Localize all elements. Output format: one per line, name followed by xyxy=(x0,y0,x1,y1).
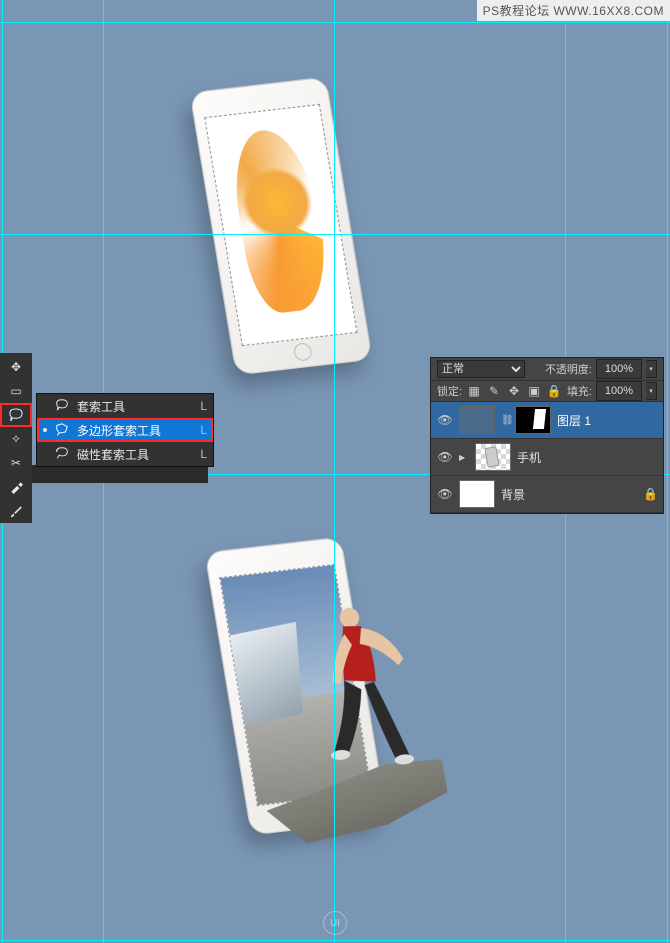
crop-tool-icon[interactable]: ✂ xyxy=(0,451,32,475)
runner-mountain xyxy=(228,622,303,727)
lock-label: 锁定: xyxy=(437,383,462,399)
layer-row[interactable]: 👁 ▶ 手机 xyxy=(431,439,663,476)
layers-lock-row: 锁定: ▦ ✎ ✥ ▣ 🔒 填充: ▾ xyxy=(431,381,663,402)
layer-thumbnail[interactable] xyxy=(459,480,495,508)
watermark: PS教程论坛 WWW.16XX8.COM xyxy=(477,0,670,21)
flyout-item-poly-lasso[interactable]: 多边形套索工具 L xyxy=(37,418,213,442)
fish-artwork xyxy=(225,125,334,316)
layers-panel: 正常 不透明度: ▾ 锁定: ▦ ✎ ✥ ▣ 🔒 填充: ▾ 👁 ⛓ 图层 1 … xyxy=(430,357,664,514)
guide-horizontal xyxy=(0,234,670,235)
lasso-icon xyxy=(55,398,69,415)
marquee-tool-icon[interactable]: ▭ xyxy=(0,379,32,403)
lock-transparent-icon[interactable]: ▦ xyxy=(466,383,482,399)
lock-all-icon[interactable]: 🔒 xyxy=(546,383,562,399)
layer-name[interactable]: 图层 1 xyxy=(557,412,637,429)
flyout-item-shortcut: L xyxy=(200,399,207,413)
brush-tool-icon[interactable] xyxy=(0,499,32,523)
flyout-item-label: 套索工具 xyxy=(77,398,192,415)
opacity-input[interactable] xyxy=(596,359,642,379)
lock-pixels-icon[interactable]: ✎ xyxy=(486,383,502,399)
ui-cn-logo: UI xyxy=(323,911,347,935)
lock-artboard-icon[interactable]: ▣ xyxy=(526,383,542,399)
layers-options-row: 正常 不透明度: ▾ xyxy=(431,358,663,381)
visibility-toggle-icon[interactable]: 👁 xyxy=(437,412,453,428)
lock-position-icon[interactable]: ✥ xyxy=(506,383,522,399)
move-tool-icon[interactable]: ✥ xyxy=(0,355,32,379)
phone-home-button xyxy=(293,342,313,361)
group-toggle-icon[interactable]: ▶ xyxy=(459,453,469,462)
layer-thumbnail[interactable] xyxy=(459,406,495,434)
fill-input[interactable] xyxy=(596,381,642,401)
flyout-item-label: 多边形套索工具 xyxy=(77,422,192,439)
guide-horizontal xyxy=(0,940,670,941)
layer-row[interactable]: 👁 背景 🔒 xyxy=(431,476,663,513)
layer-name[interactable]: 背景 xyxy=(501,486,637,503)
lock-indicator-icon: 🔒 xyxy=(643,487,657,501)
flyout-item-shortcut: L xyxy=(200,447,207,461)
guide-vertical xyxy=(667,0,668,943)
guide-horizontal xyxy=(0,22,670,23)
flyout-item-magnetic-lasso[interactable]: 磁性套索工具 L xyxy=(37,442,213,466)
layer-name[interactable]: 手机 xyxy=(517,449,637,466)
layer-mask-thumbnail[interactable] xyxy=(515,406,551,434)
flyout-item-label: 磁性套索工具 xyxy=(77,446,192,463)
magic-wand-tool-icon[interactable]: ✧ xyxy=(0,427,32,451)
lasso-tool-flyout: 套索工具 L 多边形套索工具 L 磁性套索工具 L xyxy=(36,393,214,467)
mask-link-icon[interactable]: ⛓ xyxy=(501,415,509,426)
layer-row[interactable]: 👁 ⛓ 图层 1 xyxy=(431,402,663,439)
phone-mockup-fish xyxy=(189,77,372,376)
phone-mockup-runner xyxy=(204,537,387,836)
layer-thumbnail[interactable] xyxy=(475,443,511,471)
opacity-stepper[interactable]: ▾ xyxy=(646,360,657,378)
lasso-tool-icon[interactable] xyxy=(0,403,32,427)
selected-dot-icon xyxy=(43,428,47,432)
poly-lasso-icon xyxy=(55,422,69,439)
opacity-label: 不透明度: xyxy=(545,361,592,377)
guide-vertical xyxy=(334,0,335,943)
visibility-toggle-icon[interactable]: 👁 xyxy=(437,449,453,465)
fill-label: 填充: xyxy=(567,383,592,399)
blend-mode-select[interactable]: 正常 xyxy=(437,360,525,378)
tool-strip: ✥ ▭ ✧ ✂ xyxy=(0,353,32,523)
flyout-item-shortcut: L xyxy=(200,423,207,437)
eyedropper-tool-icon[interactable] xyxy=(0,475,32,499)
layers-list: 👁 ⛓ 图层 1 👁 ▶ 手机 👁 背景 🔒 xyxy=(431,402,663,513)
flyout-item-lasso[interactable]: 套索工具 L xyxy=(37,394,213,418)
magnetic-lasso-icon xyxy=(55,446,69,463)
visibility-toggle-icon[interactable]: 👁 xyxy=(437,486,453,502)
fill-stepper[interactable]: ▾ xyxy=(646,382,657,400)
